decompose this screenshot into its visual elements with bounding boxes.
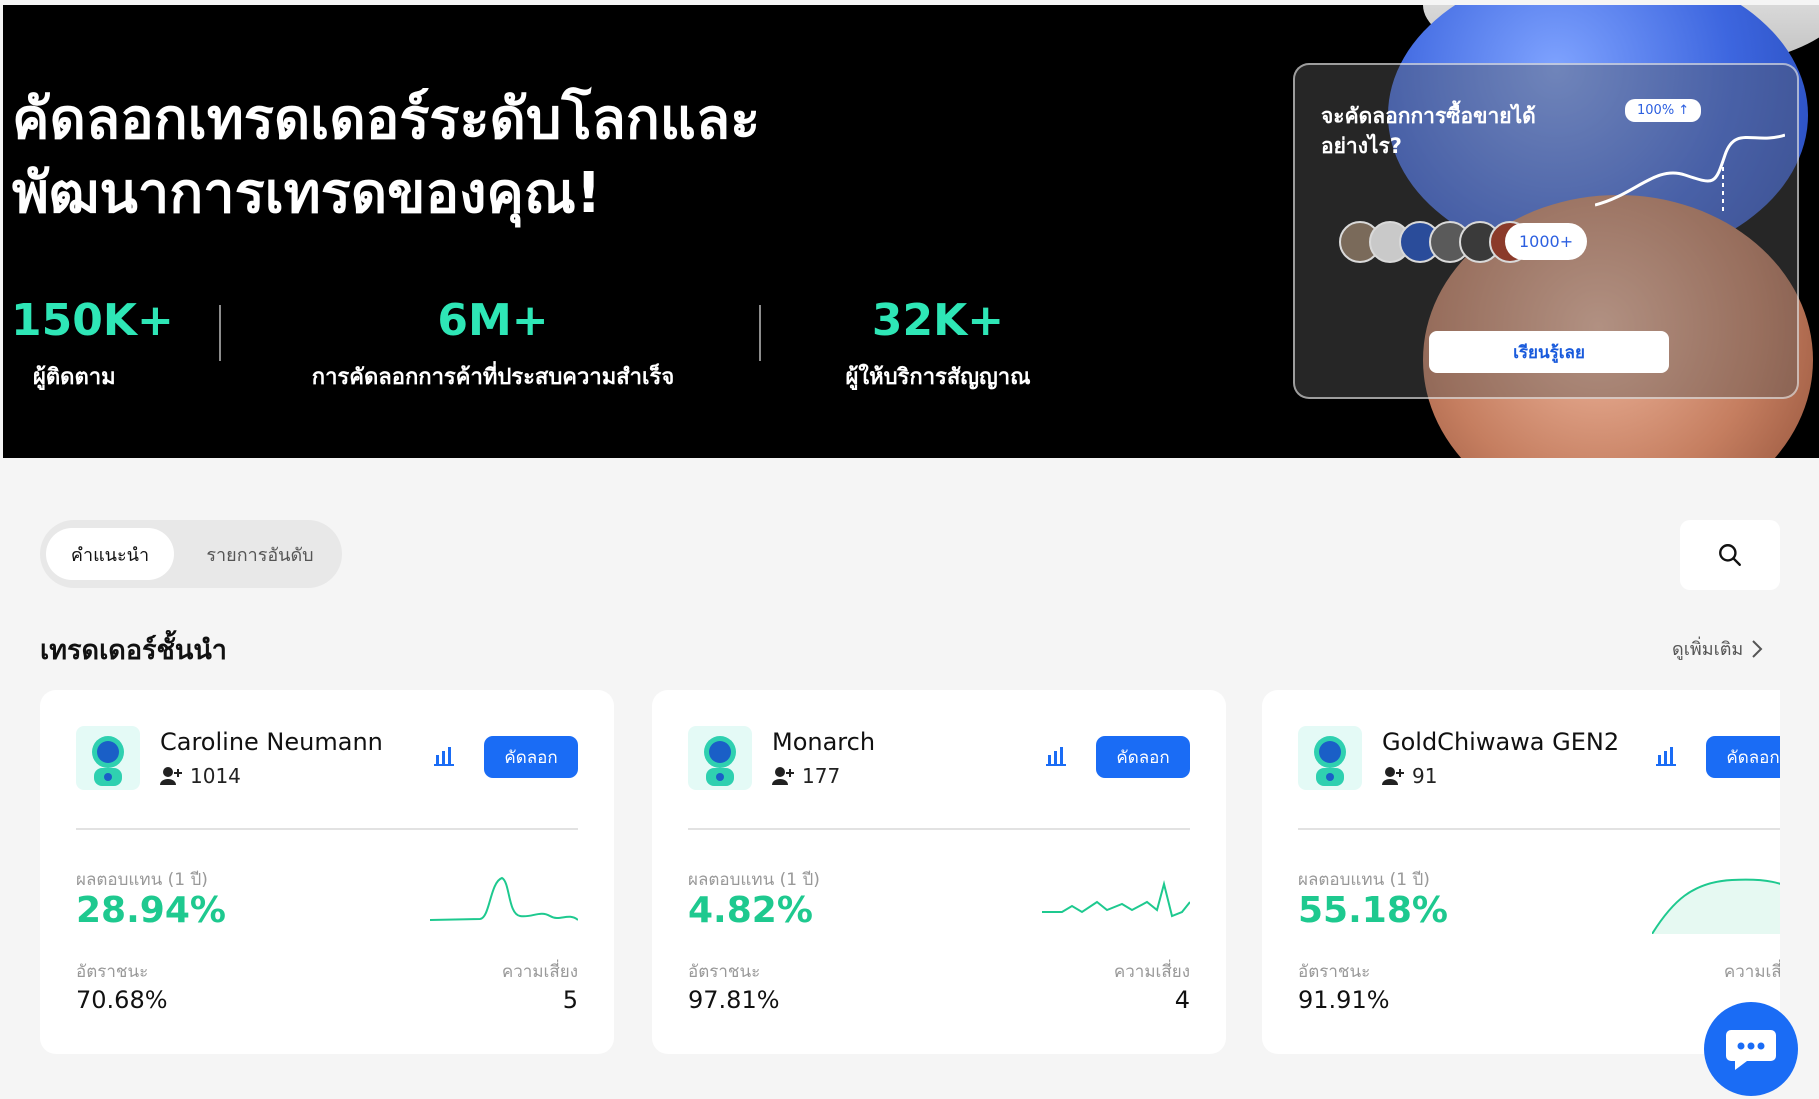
winrate-label: อัตราชนะ xyxy=(76,962,149,982)
see-more-link[interactable]: ดูเพิ่มเติม xyxy=(1672,634,1763,663)
follower-count: 1014 xyxy=(190,764,241,788)
stat-label: ผู้ให้บริการสัญญาณ xyxy=(845,365,1031,390)
learn-now-button[interactable]: เรียนรู้เลย xyxy=(1429,331,1669,373)
follower-icon xyxy=(1382,767,1404,785)
stat-label: ผู้ติดตาม xyxy=(33,365,116,390)
risk-label: ความเสี่ยง xyxy=(1113,962,1190,982)
how-to-copy-title-line1: จะคัดลอกการซื้อขายได้ xyxy=(1321,104,1536,128)
hero-title: คัดลอกเทรดเดอร์ระดับโลกและ พัฒนาการเทรดข… xyxy=(12,83,912,231)
winrate-value: 70.68% xyxy=(76,986,168,1014)
tab-ranking[interactable]: รายการอันดับ xyxy=(190,528,330,580)
chevron-right-icon xyxy=(1752,639,1763,658)
trader-name: Monarch xyxy=(772,728,876,756)
section-title: เทรดเดอร์ชั้นนำ xyxy=(40,635,227,666)
copy-button[interactable]: คัดลอก xyxy=(1706,736,1780,778)
stat-copies: 6M+ การคัดลอกการค้าที่ประสบความสำเร็จ xyxy=(283,295,703,394)
follower-count: 177 xyxy=(802,764,841,788)
return-sparkline xyxy=(430,876,578,921)
bar-chart-icon[interactable] xyxy=(434,746,454,766)
follower-icon xyxy=(772,767,794,785)
winrate-value: 97.81% xyxy=(688,986,780,1014)
count-badge: 1000+ xyxy=(1505,223,1588,260)
winrate-label: อัตราชนะ xyxy=(688,962,761,982)
card-divider xyxy=(688,828,1190,830)
stat-label: การคัดลอกการค้าที่ประสบความสำเร็จ xyxy=(311,365,675,390)
search-icon xyxy=(1719,544,1741,566)
chat-button[interactable] xyxy=(1704,1002,1798,1096)
how-to-copy-title: จะคัดลอกการซื้อขายได้ อย่างไร? xyxy=(1321,101,1601,161)
return-label: ผลตอบแทน (1 ปี) xyxy=(1298,870,1430,890)
copy-button[interactable]: คัดลอก xyxy=(1096,736,1190,778)
trader-card[interactable]: Caroline Neumann 1014 คัดลอก ผลตอบแทน (1… xyxy=(40,690,614,1054)
return-value: 4.82% xyxy=(688,890,813,931)
tab-switcher: คำแนะนำ รายการอันดับ xyxy=(40,520,342,588)
return-label: ผลตอบแทน (1 ปี) xyxy=(688,870,820,890)
stat-value: 6M+ xyxy=(437,295,549,346)
hero-title-line1: คัดลอกเทรดเดอร์ระดับโลกและ xyxy=(12,87,761,152)
stat-value: 32K+ xyxy=(871,295,1005,346)
trader-followers: 91 xyxy=(1382,764,1437,788)
trend-up-icon xyxy=(1595,133,1785,215)
chat-icon xyxy=(1726,1030,1776,1070)
risk-label: ความเสี่ยง xyxy=(501,962,578,982)
bar-chart-icon[interactable] xyxy=(1656,746,1676,766)
trader-avatar-icon xyxy=(76,726,140,790)
see-more-label: ดูเพิ่มเติม xyxy=(1672,639,1744,660)
copy-button[interactable]: คัดลอก xyxy=(484,736,578,778)
risk-value: 5 xyxy=(562,986,578,1014)
hero-banner: คัดลอกเทรดเดอร์ระดับโลกและ พัฒนาการเทรดข… xyxy=(3,5,1819,458)
return-value: 55.18% xyxy=(1298,890,1448,931)
how-to-copy-title-line2: อย่างไร? xyxy=(1321,134,1402,158)
how-to-copy-card: จะคัดลอกการซื้อขายได้ อย่างไร? 100% ↑ 10… xyxy=(1293,63,1799,399)
trader-followers: 177 xyxy=(772,764,840,788)
hero-title-line2: พัฒนาการเทรดของคุณ! xyxy=(12,161,602,226)
risk-label: ความเสี่ยง xyxy=(1723,962,1780,982)
return-label: ผลตอบแทน (1 ปี) xyxy=(76,870,208,890)
stat-followers: 150K+ ผู้ติดตาม xyxy=(11,295,174,394)
trader-card[interactable]: Monarch 177 คัดลอก ผลตอบแทน (1 ปี) 4.82%… xyxy=(652,690,1226,1054)
follower-icon xyxy=(160,767,182,785)
trader-avatar-icon xyxy=(688,726,752,790)
stat-divider xyxy=(759,305,761,361)
card-divider xyxy=(76,828,578,830)
card-divider xyxy=(1298,828,1780,830)
percent-badge: 100% ↑ xyxy=(1625,99,1702,122)
trader-avatars xyxy=(1339,221,1531,263)
return-value: 28.94% xyxy=(76,890,226,931)
stat-divider xyxy=(219,305,221,361)
search-button[interactable] xyxy=(1680,520,1780,590)
winrate-label: อัตราชนะ xyxy=(1298,962,1371,982)
follower-count: 91 xyxy=(1412,764,1438,788)
stat-signal-providers: 32K+ ผู้ให้บริการสัญญาณ xyxy=(823,295,1053,394)
bar-chart-icon[interactable] xyxy=(1046,746,1066,766)
trader-card[interactable]: GoldChiwawa GEN2 91 คัดลอก ผลตอบแทน (1 ป… xyxy=(1262,690,1780,1054)
trader-name: GoldChiwawa GEN2 xyxy=(1382,728,1620,756)
return-sparkline xyxy=(1042,880,1190,918)
trader-avatar-icon xyxy=(1298,726,1362,790)
trader-name: Caroline Neumann xyxy=(160,728,383,756)
risk-value: 4 xyxy=(1174,986,1190,1014)
return-sparkline xyxy=(1652,878,1780,934)
trader-card-list: Caroline Neumann 1014 คัดลอก ผลตอบแทน (1… xyxy=(40,690,1780,1056)
trader-followers: 1014 xyxy=(160,764,241,788)
stat-value: 150K+ xyxy=(11,295,174,346)
tab-recommend[interactable]: คำแนะนำ xyxy=(46,528,174,580)
winrate-value: 91.91% xyxy=(1298,986,1390,1014)
